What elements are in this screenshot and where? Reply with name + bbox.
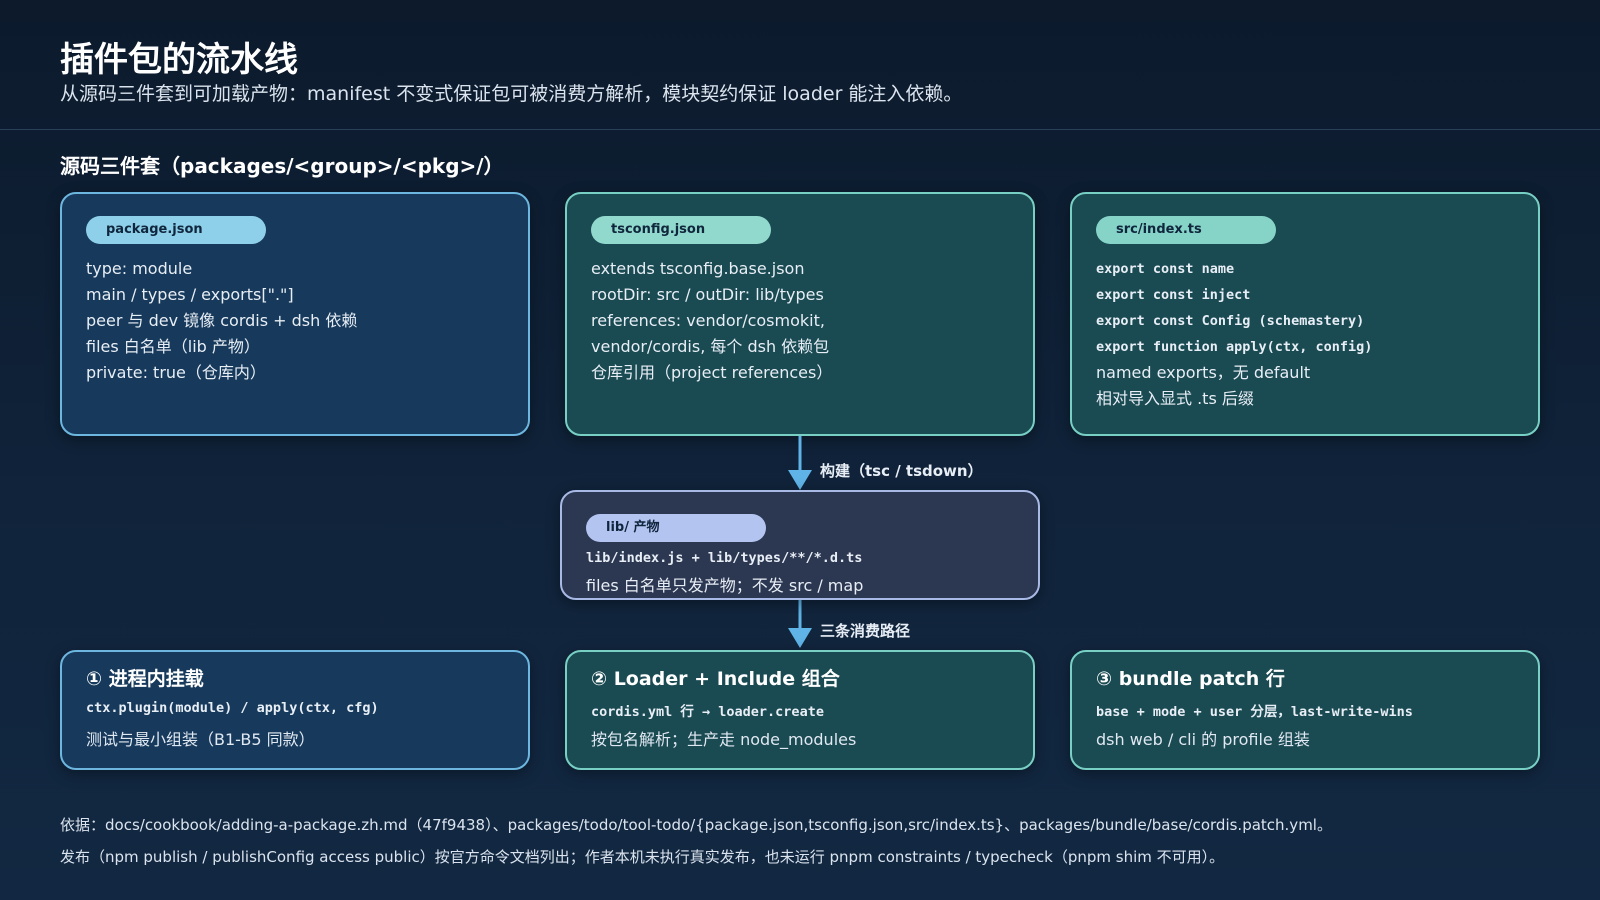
consumer-title: ① 进程内挂载 (86, 668, 204, 690)
consumer-desc: 测试与最小组装（B1-B5 同款） (86, 730, 315, 749)
in-process-mount-card: ① 进程内挂载 ctx.plugin(module) / apply(ctx, … (60, 650, 530, 770)
consumer-title: ③ bundle patch 行 (1096, 668, 1285, 690)
loader-include-card: ② Loader + Include 组合 cordis.yml 行 → loa… (565, 650, 1035, 770)
consumer-code: base + mode + user 分层，last-write-wins (1096, 704, 1413, 720)
lib-output-pill: lib/ 产物 (586, 514, 766, 542)
footer-publish-note: 发布（npm publish / publishConfig access pu… (60, 848, 1225, 866)
lib-output-desc: files 白名单只发产物；不发 src / map (586, 576, 864, 595)
build-arrow-head (788, 470, 812, 490)
consumer-code: ctx.plugin(module) / apply(ctx, cfg) (86, 700, 379, 716)
lib-output-card: lib/ 产物 lib/index.js + lib/types/**/*.d.… (560, 490, 1040, 600)
consumer-desc: dsh web / cli 的 profile 组装 (1096, 730, 1310, 749)
bundle-patch-card: ③ bundle patch 行 base + mode + user 分层，l… (1070, 650, 1540, 770)
consumer-code: cordis.yml 行 → loader.create (591, 704, 824, 720)
footer-sources: 依据：docs/cookbook/adding-a-package.zh.md（… (60, 816, 1332, 834)
consume-arrow-head (788, 628, 812, 648)
consume-arrow-label: 三条消费路径 (820, 622, 911, 640)
lib-output-code: lib/index.js + lib/types/**/*.d.ts (586, 550, 863, 566)
consumer-desc: 按包名解析；生产走 node_modules (591, 730, 857, 749)
consumer-title: ② Loader + Include 组合 (591, 668, 840, 690)
build-arrow-label: 构建（tsc / tsdown） (820, 462, 983, 480)
